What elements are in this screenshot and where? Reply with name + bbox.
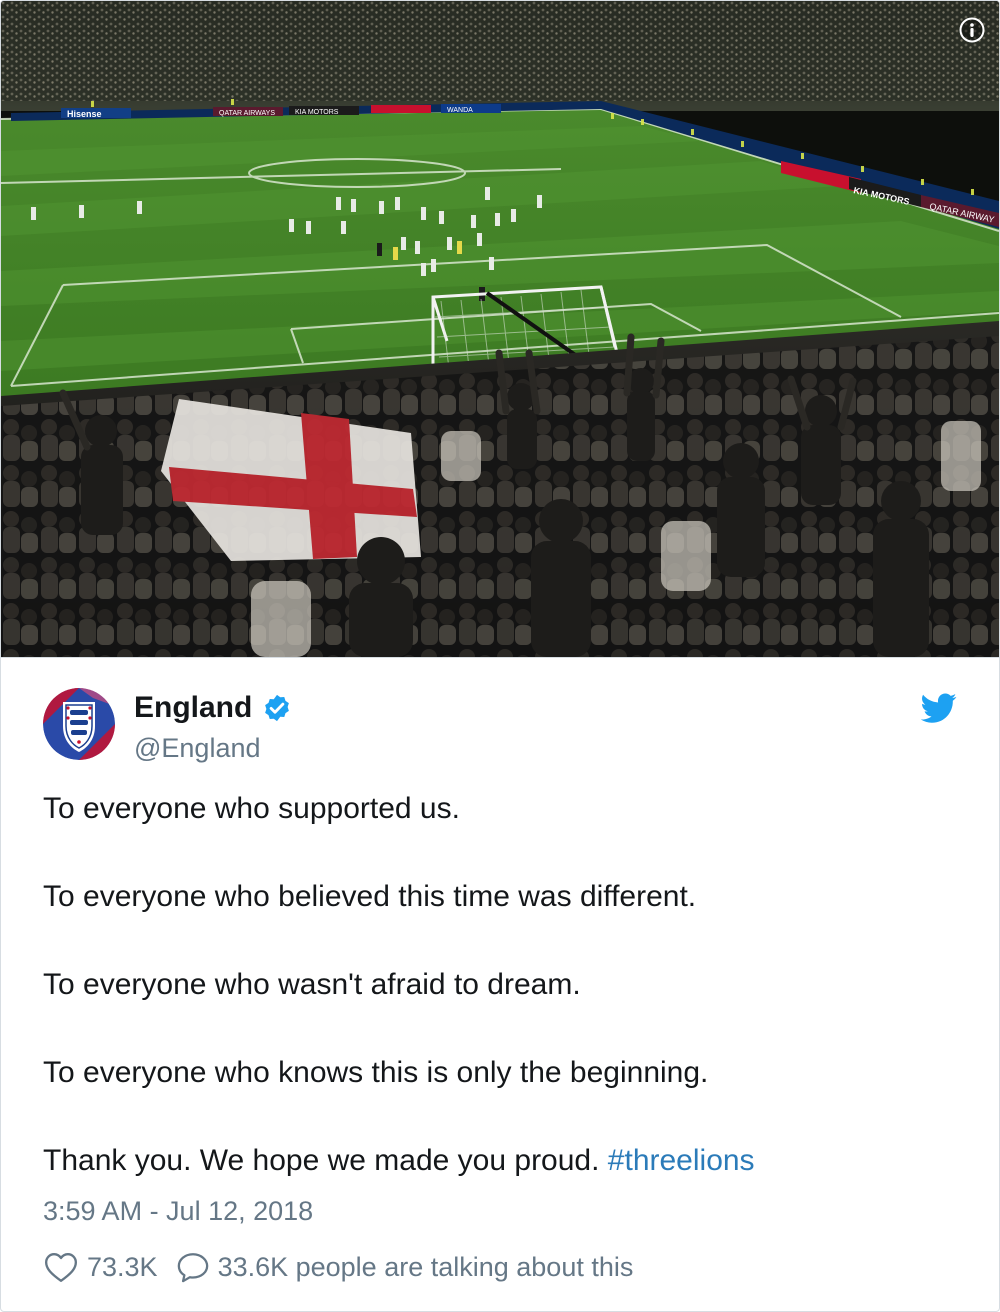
ad-board-hisense: Hisense	[67, 109, 102, 119]
tweet-closing-line: Thank you. We hope we made you proud. #t…	[43, 1143, 963, 1179]
twitter-bird-icon[interactable]	[921, 690, 957, 726]
tweet-timestamp[interactable]: 3:59 AM - Jul 12, 2018	[43, 1193, 313, 1229]
author-name-row: England	[134, 688, 292, 728]
ad-board-kia: KIA MOTORS	[295, 109, 339, 116]
tweet-header: England @England	[1, 658, 999, 768]
like-count: 73.3K	[87, 1251, 158, 1282]
heart-icon	[45, 1253, 77, 1282]
ad-board-qatar: QATAR AIRWAYS	[219, 110, 275, 117]
tweet-line-3: To everyone who wasn't afraid to dream.	[43, 968, 581, 1001]
stadium-photo: Hisense QATAR AIRWAYS KIA MOTORS WANDA K…	[1, 1, 999, 657]
three-lions-crest-icon	[43, 688, 115, 760]
tweet-line-1: To everyone who supported us.	[43, 792, 460, 825]
tweet-line-4: To everyone who knows this is only the b…	[43, 1056, 709, 1089]
info-circle-icon[interactable]	[959, 17, 985, 43]
tweet-photo[interactable]: Hisense QATAR AIRWAYS KIA MOTORS WANDA K…	[1, 1, 999, 658]
avatar[interactable]	[43, 688, 115, 760]
tweet-line-2: To everyone who believed this time was d…	[43, 880, 697, 913]
tweet-actions: 73.3K 33.6K people are talking about thi…	[43, 1247, 633, 1287]
like-button[interactable]: 73.3K	[43, 1251, 158, 1283]
tweet-closing-text: Thank you. We hope we made you proud.	[43, 1144, 608, 1177]
reply-count-text: 33.6K people are talking about this	[217, 1251, 634, 1282]
hashtag-link[interactable]: #threelions	[608, 1144, 755, 1177]
reply-button[interactable]: 33.6K people are talking about this	[176, 1251, 634, 1283]
speech-bubble-icon	[177, 1253, 208, 1283]
tweet-text: To everyone who supported us. To everyon…	[43, 791, 963, 1179]
embedded-tweet-card: Hisense QATAR AIRWAYS KIA MOTORS WANDA K…	[0, 0, 1000, 1312]
author-display-name[interactable]: England	[134, 688, 252, 728]
author-handle[interactable]: @England	[134, 730, 261, 766]
verified-badge-icon	[265, 694, 290, 722]
ad-board-wanda: WANDA	[447, 107, 473, 114]
